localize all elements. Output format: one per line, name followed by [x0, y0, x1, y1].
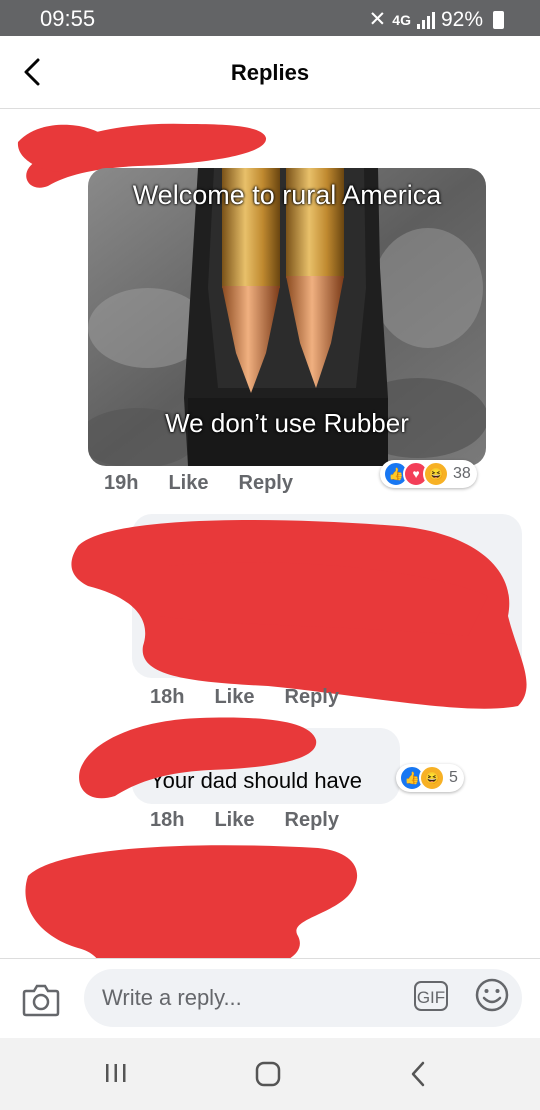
comment-actions: 18h Like Reply: [150, 809, 339, 832]
battery-icon: [493, 10, 504, 29]
gif-button[interactable]: GIF: [414, 981, 448, 1011]
replies-sheet: Replies Welcome to rural America We don’…: [0, 36, 540, 1110]
signal-icon: [416, 11, 435, 29]
mute-icon: ✕: [368, 8, 387, 31]
comment-image[interactable]: Welcome to rural America We don’t use Ru…: [88, 168, 486, 466]
system-navigation-bar: [0, 1038, 540, 1110]
comment-time: 18h: [150, 809, 185, 831]
haha-reaction-icon: 😆: [419, 765, 445, 791]
haha-reaction-icon: 😆: [423, 461, 449, 487]
camera-icon[interactable]: [22, 983, 60, 1017]
header: Replies: [0, 36, 540, 109]
status-time: 09:55: [40, 6, 96, 31]
status-bar: 09:55 ✕ 4G 92%: [0, 0, 540, 36]
reply-input[interactable]: [84, 969, 522, 1027]
reaction-count: 38: [453, 465, 471, 482]
recent-apps-icon[interactable]: [104, 1060, 128, 1086]
like-button[interactable]: Like: [214, 809, 254, 832]
battery-percent: 92%: [440, 7, 483, 31]
reaction-summary[interactable]: 👍 ♥ 😆 38: [380, 460, 477, 488]
reaction-count: 5: [449, 769, 458, 786]
comment-actions: 19h Like Reply: [104, 472, 293, 495]
home-icon[interactable]: [254, 1060, 282, 1088]
page-title: Replies: [230, 60, 310, 85]
reply-composer: GIF: [0, 958, 540, 1039]
smiley-icon[interactable]: [474, 977, 510, 1013]
image-top-caption: Welcome to rural America: [132, 180, 442, 210]
reaction-summary[interactable]: 👍 😆 5: [396, 764, 464, 792]
back-icon[interactable]: [408, 1060, 428, 1088]
reply-button[interactable]: Reply: [239, 472, 293, 495]
status-icons: ✕ 4G 92%: [369, 7, 504, 32]
reply-button[interactable]: Reply: [285, 809, 339, 832]
image-bottom-caption: We don’t use Rubber: [165, 408, 409, 438]
redaction-scribble: [79, 717, 317, 799]
comment-time: 19h: [104, 472, 139, 494]
network-label: 4G: [392, 11, 411, 28]
like-button[interactable]: Like: [168, 472, 208, 495]
